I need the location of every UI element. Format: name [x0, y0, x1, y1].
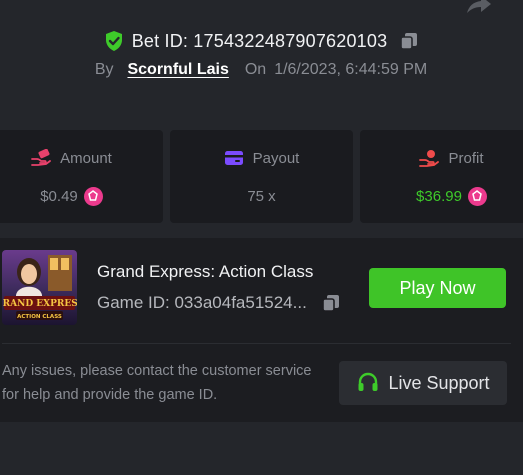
share-icon[interactable]: [465, 0, 493, 14]
copy-icon[interactable]: [321, 293, 341, 313]
payout-value: 75 x: [247, 187, 276, 205]
support-note: Any issues, please contact the customer …: [2, 363, 312, 403]
coin-icon: [83, 186, 103, 206]
stat-amount: Amount $0.49: [0, 130, 163, 223]
shield-check-icon: [105, 31, 122, 51]
live-support-label: Live Support: [388, 372, 490, 393]
copy-icon[interactable]: [399, 31, 419, 51]
bet-date: 1/6/2023, 6:44:59 PM: [274, 61, 428, 78]
amount-label: Amount: [60, 149, 112, 167]
bet-header: Bet ID: 1754322487907620103 By Scornful …: [0, 28, 523, 79]
profit-hand-icon: [419, 150, 440, 167]
divider: [2, 343, 511, 344]
money-hand-icon: [31, 149, 52, 166]
bet-id: Bet ID: 1754322487907620103: [131, 30, 388, 51]
payout-label: Payout: [252, 149, 300, 167]
by-label: By: [94, 61, 114, 78]
stat-profit: Profit $36.99: [360, 130, 523, 223]
game-id-row: Game ID: 033a04fa51524...: [97, 293, 341, 313]
profit-label: Profit: [448, 149, 484, 167]
username-link[interactable]: Scornful Lais: [127, 61, 228, 79]
card-icon: [224, 151, 243, 165]
headset-icon: [358, 372, 378, 391]
stat-payout: Payout 75 x: [170, 130, 353, 223]
bet-stats: Amount $0.49 Payout 75 x Profit $36.99: [0, 130, 523, 223]
svg-text:GRAND EXPRESS: GRAND EXPRESS: [2, 299, 77, 309]
game-card: GRAND EXPRESS ACTION CLASS Grand Express…: [0, 238, 523, 422]
coin-icon: [467, 186, 487, 206]
live-support-button[interactable]: Live Support: [339, 361, 507, 405]
game-thumbnail[interactable]: GRAND EXPRESS ACTION CLASS: [2, 250, 77, 325]
game-title[interactable]: Grand Express: Action Class: [97, 262, 313, 282]
svg-text:ACTION CLASS: ACTION CLASS: [17, 314, 62, 320]
play-now-button[interactable]: Play Now: [369, 268, 506, 308]
profit-value: $36.99: [416, 187, 462, 205]
bet-id-row: Bet ID: 1754322487907620103: [0, 28, 523, 54]
bet-meta-row: By Scornful Lais On 1/6/2023, 6:44:59 PM: [0, 61, 523, 79]
on-label: On: [244, 61, 267, 78]
amount-value: $0.49: [40, 187, 78, 205]
game-id: Game ID: 033a04fa51524...: [97, 293, 307, 312]
